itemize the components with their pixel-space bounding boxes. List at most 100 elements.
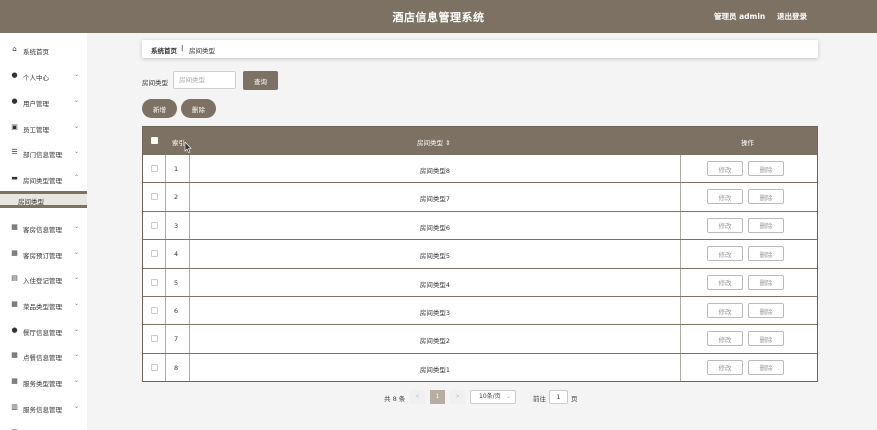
- delete-button[interactable]: 删除: [748, 161, 784, 176]
- row-index: 7: [174, 335, 179, 344]
- sidebar-item[interactable]: ▦服务预约管理⌄: [0, 420, 87, 430]
- breadcrumb-separator: |: [181, 44, 184, 52]
- sidebar-item[interactable]: ▦ 服务类型管理 ⌄: [0, 369, 87, 394]
- table-row: 1 房间类型8 修改 删除: [143, 154, 817, 182]
- row-checkbox[interactable]: [151, 193, 158, 201]
- edit-button[interactable]: 修改: [707, 331, 743, 347]
- edit-button[interactable]: 修改: [707, 303, 743, 318]
- table-row: 4 房间类型5 修改 删除: [143, 239, 817, 267]
- chevron-down-icon: ⌄: [74, 223, 80, 230]
- chevron-down-icon: ⌄: [74, 97, 80, 104]
- user-icon: ●: [11, 71, 18, 79]
- row-checkbox[interactable]: [151, 307, 158, 314]
- sidebar-item-label: 用户管理: [23, 100, 49, 108]
- sidebar-item[interactable]: ● 餐厅信息管理 ⌄: [0, 318, 87, 343]
- sidebar-item[interactable]: ▥ 服务信息管理 ⌄: [0, 395, 87, 420]
- pagination-next-button[interactable]: >: [450, 390, 465, 404]
- sidebar-item-label: 入住登记管理: [23, 277, 62, 285]
- search-button[interactable]: 查询: [243, 71, 278, 90]
- delete-button[interactable]: 删除: [748, 246, 784, 262]
- row-index: 3: [174, 221, 179, 230]
- sidebar-item[interactable]: ● 个人中心 ⌄: [0, 63, 87, 88]
- pagination-prev-button[interactable]: <: [410, 390, 425, 404]
- sidebar-item[interactable]: ▦ 客房信息管理 ⌄: [0, 215, 87, 240]
- pagination-total: 共 8 条: [384, 395, 406, 403]
- sidebar-item-label: 服务类型管理: [23, 380, 62, 388]
- sidebar-item-label: 餐厅信息管理: [23, 329, 62, 337]
- current-user: 管理员 admin: [714, 12, 766, 21]
- pagination-goto-input[interactable]: 1: [549, 390, 568, 404]
- row-room-type: 房间类型7: [419, 195, 451, 204]
- pagination-goto-label: 前往: [533, 395, 546, 403]
- search-label: 房间类型: [142, 79, 168, 87]
- table-row: 8 房间类型1 修改 删除: [143, 352, 817, 381]
- delete-button[interactable]: 删除: [748, 303, 784, 318]
- add-button[interactable]: 新增: [142, 99, 177, 118]
- row-room-type: 房间类型2: [419, 337, 451, 346]
- delete-button[interactable]: 删除: [748, 331, 784, 347]
- breadcrumb-home[interactable]: 系统首页: [151, 45, 177, 55]
- column-header-room-type[interactable]: 房间类型 ⇕: [417, 137, 451, 147]
- row-checkbox[interactable]: [151, 221, 158, 229]
- table-row: 6 房间类型3 修改 删除: [143, 296, 817, 324]
- edit-button[interactable]: 修改: [707, 161, 743, 176]
- row-index: 5: [174, 278, 179, 287]
- batch-delete-button[interactable]: 删除: [181, 99, 216, 118]
- row-index: 1: [174, 165, 179, 173]
- table-row: 7 房间类型2 修改 删除: [143, 324, 817, 352]
- search-input[interactable]: [173, 71, 236, 89]
- top-header: 酒店信息管理系统 管理员 admin 退出登录: [0, 0, 877, 33]
- sidebar-item[interactable]: ▦ 点餐信息管理 ⌄: [0, 343, 87, 368]
- mouse-cursor-icon: [184, 142, 192, 153]
- sidebar-item[interactable]: ▤ 入住登记管理 ⌄: [0, 266, 87, 291]
- chevron-down-icon: ⌄: [505, 393, 511, 400]
- list-icon: ☰: [11, 148, 18, 156]
- sidebar-item[interactable]: ▬ 房间类型管理 ⌃: [0, 166, 87, 191]
- edit-button[interactable]: 修改: [707, 359, 743, 375]
- room-type-table: 索引 房间类型 ⇕ 操作 1 房间类型8 修改 删除 2 房间类型7 修改 删除 3 房间类型6 修…: [142, 126, 818, 382]
- chart-icon: ▥: [11, 403, 18, 411]
- sidebar-item[interactable]: ☰ 部门信息管理 ⌄: [0, 140, 87, 165]
- sidebar-item-label: 点餐信息管理: [23, 354, 62, 362]
- logout-link[interactable]: 退出登录: [777, 11, 807, 22]
- table-header: 索引 房间类型 ⇕ 操作: [143, 127, 817, 154]
- grid-icon: ▦: [11, 351, 18, 359]
- row-checkbox[interactable]: [151, 335, 158, 343]
- page-size-select[interactable]: 10条/页 ⌄: [470, 390, 516, 404]
- sidebar-item[interactable]: ⌂ 系统首页: [0, 37, 87, 62]
- breadcrumb: 系统首页 | 房间类型: [142, 40, 818, 58]
- delete-button[interactable]: 删除: [748, 359, 784, 375]
- sidebar-item[interactable]: ▣ 员工管理 ⌄: [0, 115, 87, 140]
- delete-button[interactable]: 删除: [748, 189, 784, 205]
- sidebar-subitem-room-type[interactable]: 房间类型: [0, 191, 87, 208]
- row-room-type: 房间类型5: [419, 252, 451, 261]
- edit-button[interactable]: 修改: [707, 217, 743, 233]
- select-all-checkbox[interactable]: [151, 137, 158, 144]
- edit-button[interactable]: 修改: [707, 189, 743, 205]
- id-card-icon: ▣: [11, 123, 18, 131]
- row-checkbox[interactable]: [151, 165, 158, 172]
- table-row: 3 房间类型6 修改 删除: [143, 210, 817, 239]
- row-checkbox[interactable]: [151, 250, 158, 258]
- delete-button[interactable]: 删除: [748, 274, 784, 290]
- sidebar-item[interactable]: ▦ 客房预订管理 ⌄: [0, 241, 87, 266]
- row-checkbox[interactable]: [151, 278, 158, 286]
- row-room-type: 房间类型6: [419, 223, 451, 232]
- sidebar-item-label: 客房预订管理: [23, 252, 62, 260]
- sidebar-subitem-label: 房间类型: [18, 198, 44, 206]
- sidebar-item[interactable]: ● 用户管理 ⌄: [0, 89, 87, 114]
- sidebar-item-label: 员工管理: [23, 126, 49, 134]
- row-checkbox[interactable]: [151, 363, 158, 371]
- clipboard-icon: ▤: [11, 274, 18, 282]
- table-row: 5 房间类型4 修改 删除: [143, 267, 817, 296]
- row-room-type: 房间类型4: [419, 280, 451, 289]
- chevron-down-icon: ⌄: [74, 351, 80, 358]
- chevron-down-icon: ⌄: [74, 249, 80, 256]
- edit-button[interactable]: 修改: [707, 274, 743, 290]
- edit-button[interactable]: 修改: [707, 246, 743, 262]
- grid-icon: ▦: [11, 300, 18, 308]
- row-index: 6: [174, 307, 179, 315]
- pagination-page-button[interactable]: 1: [430, 390, 445, 404]
- delete-button[interactable]: 删除: [748, 217, 784, 233]
- sidebar-item[interactable]: ▦ 菜品类型管理 ⌄: [0, 292, 87, 317]
